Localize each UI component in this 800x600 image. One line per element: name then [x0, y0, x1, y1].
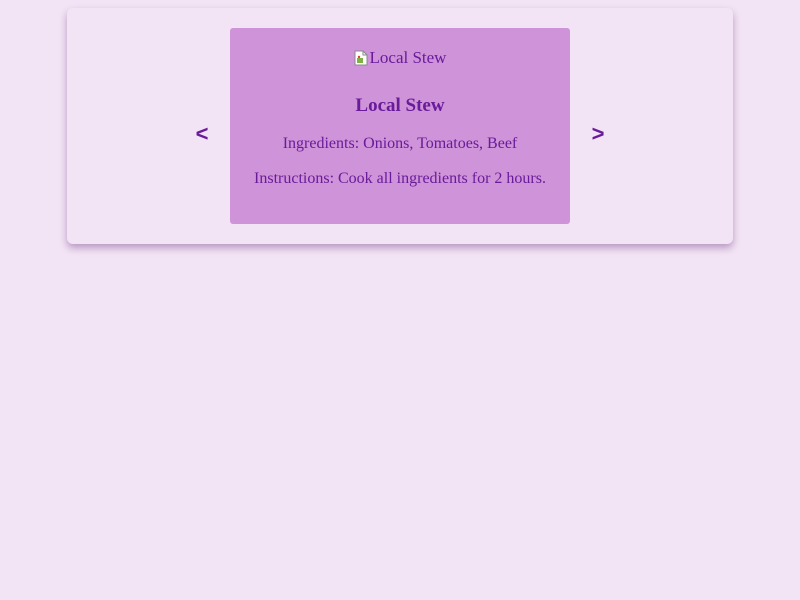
recipe-image: Local Stew [230, 48, 570, 68]
recipe-title: Local Stew [355, 95, 445, 116]
recipe-image-alt-text: Local Stew [369, 48, 447, 67]
recipe-ingredients: Ingredients: Onions, Tomatoes, Beef [282, 135, 518, 152]
recipe-instructions: Instructions: Cook all ingredients for 2… [254, 170, 546, 187]
next-slide-button[interactable]: > [583, 114, 613, 154]
recipe-carousel: < Local Stew Local Stew Ingredients: Oni… [67, 8, 733, 244]
broken-image-icon [354, 50, 368, 66]
previous-slide-button[interactable]: < [187, 114, 217, 154]
recipe-card: Local Stew Local Stew Ingredients: Onion… [230, 28, 570, 224]
